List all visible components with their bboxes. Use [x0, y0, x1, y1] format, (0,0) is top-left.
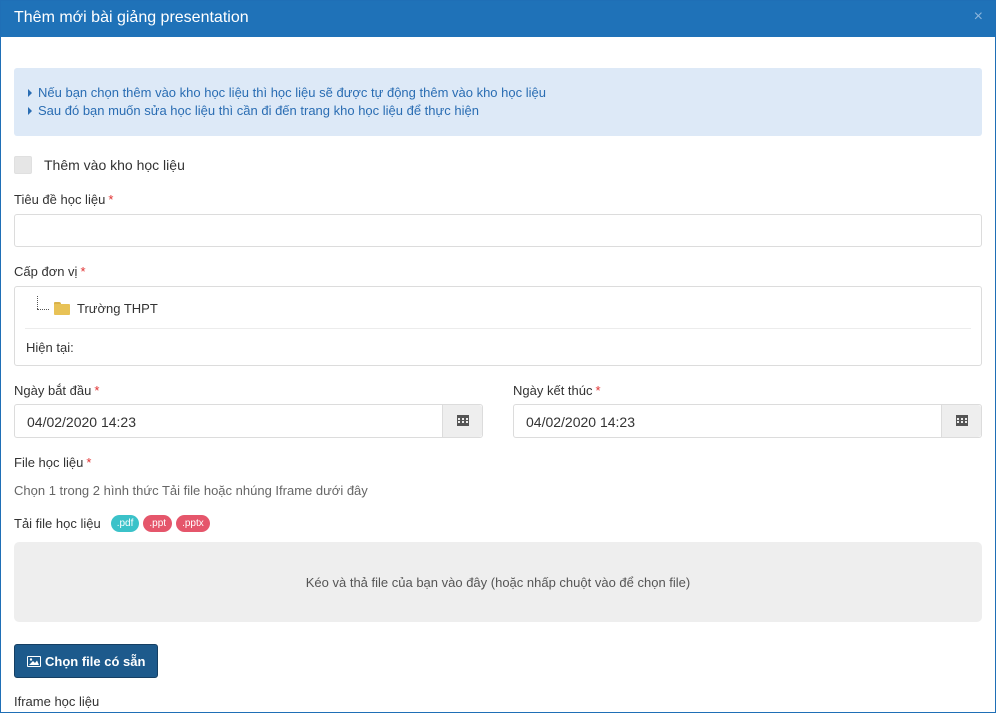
iframe-label: Iframe học liệu	[14, 694, 100, 709]
title-label-text: Tiêu đề học liệu	[14, 192, 106, 207]
image-icon	[27, 656, 41, 667]
file-label: File học liệu *	[14, 455, 91, 470]
info-line-text: Nếu bạn chọn thêm vào kho học liệu thì h…	[38, 85, 546, 100]
required-mark: *	[80, 264, 86, 279]
tree-connector	[37, 309, 49, 310]
divider	[25, 328, 971, 329]
badge-pdf: .pdf	[110, 515, 140, 532]
start-date-input[interactable]: 04/02/2020 14:23	[14, 404, 483, 438]
title-label: Tiêu đề học liệu *	[14, 192, 113, 207]
upload-row: Tải file học liệu .pdf .ppt .pptx	[14, 515, 214, 532]
unit-label: Cấp đơn vị *	[14, 264, 86, 279]
info-line: Nếu bạn chọn thêm vào kho học liệu thì h…	[28, 84, 968, 102]
required-mark: *	[86, 455, 92, 470]
required-mark: *	[108, 192, 114, 207]
start-date-value: 04/02/2020 14:23	[27, 414, 136, 430]
title-input[interactable]	[14, 214, 982, 247]
info-line: Sau đó bạn muốn sửa học liệu thì cần đi …	[28, 102, 968, 120]
end-date-calendar-button[interactable]	[941, 405, 981, 437]
tree-node-truong-thpt[interactable]: Trường THPT	[77, 301, 158, 316]
add-to-library-checkbox[interactable]	[14, 156, 32, 174]
end-date-label-text: Ngày kết thúc	[513, 383, 593, 398]
dropzone-text: Kéo và thả file của bạn vào đây (hoặc nh…	[305, 575, 691, 590]
required-mark: *	[595, 383, 601, 398]
start-date-calendar-button[interactable]	[442, 405, 482, 437]
badge-ppt: .ppt	[143, 515, 173, 532]
badge-pptx: .pptx	[176, 515, 210, 532]
end-date-label: Ngày kết thúc *	[513, 383, 601, 398]
tree-connector	[37, 296, 38, 309]
caret-right-icon	[28, 89, 32, 97]
end-date-value: 04/02/2020 14:23	[526, 414, 635, 430]
modal-dialog: Thêm mới bài giảng presentation × Nếu bạ…	[0, 0, 996, 713]
unit-tree-panel: Trường THPT Hiện tại:	[14, 286, 982, 366]
folder-icon	[54, 302, 70, 315]
image-icon-glyph	[29, 658, 39, 665]
calendar-icon	[956, 415, 968, 426]
end-date-input[interactable]: 04/02/2020 14:23	[513, 404, 982, 438]
add-to-library-row: Thêm vào kho học liệu	[14, 156, 185, 174]
start-date-label-text: Ngày bắt đầu	[14, 383, 92, 398]
current-unit-label: Hiện tại:	[26, 340, 74, 355]
file-hint: Chọn 1 trong 2 hình thức Tải file hoặc n…	[14, 483, 368, 498]
caret-right-icon	[28, 107, 32, 115]
file-dropzone[interactable]: Kéo và thả file của bạn vào đây (hoặc nh…	[14, 542, 982, 622]
modal-title: Thêm mới bài giảng presentation	[14, 9, 249, 26]
modal-header: Thêm mới bài giảng presentation ×	[1, 1, 995, 37]
choose-existing-file-button[interactable]: Chọn file có sẵn	[14, 644, 158, 678]
info-alert: Nếu bạn chọn thêm vào kho học liệu thì h…	[14, 68, 982, 136]
calendar-icon	[457, 415, 469, 426]
start-date-label: Ngày bắt đầu *	[14, 383, 99, 398]
choose-existing-file-label: Chọn file có sẵn	[45, 654, 146, 669]
unit-label-text: Cấp đơn vị	[14, 264, 78, 279]
add-to-library-label[interactable]: Thêm vào kho học liệu	[44, 157, 185, 173]
info-line-text: Sau đó bạn muốn sửa học liệu thì cần đi …	[38, 103, 479, 118]
file-label-text: File học liệu	[14, 455, 84, 470]
required-mark: *	[94, 383, 100, 398]
upload-label: Tải file học liệu	[14, 516, 101, 531]
close-icon[interactable]: ×	[974, 8, 983, 26]
